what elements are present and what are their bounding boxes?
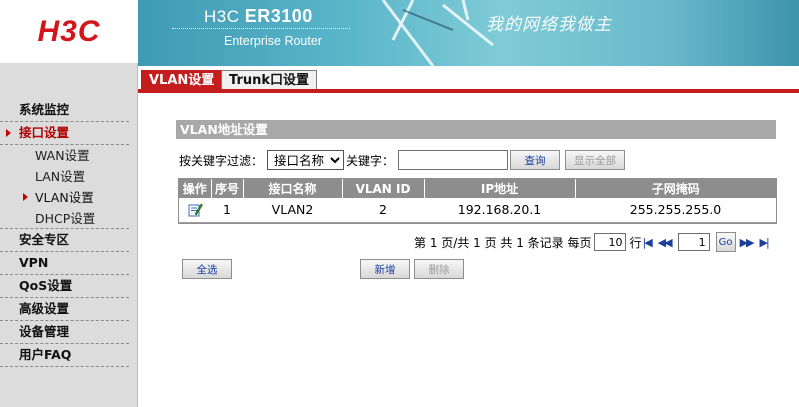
select-all-button[interactable]: 全选 — [182, 259, 232, 279]
sidebar-subitem-dhcp[interactable]: DHCP设置 — [0, 208, 129, 229]
row-actions — [179, 198, 211, 223]
column-header: IP地址 — [424, 179, 576, 198]
sidebar-item-interface-settings[interactable]: 接口设置 — [0, 122, 129, 145]
slogan: 我的网络我做主 — [486, 15, 612, 35]
page-number-input[interactable] — [677, 233, 710, 251]
sidebar-item-qos[interactable]: QoS设置 — [0, 275, 129, 298]
sidebar-item-system-monitor[interactable]: 系统监控 — [0, 99, 129, 122]
vlan-table: 操作 序号 接口名称 VLAN ID IP地址 子网掩码 1 VLAN2 2 1… — [179, 179, 776, 223]
cell-vlan-id: 2 — [342, 198, 424, 223]
table-header-row: 操作 序号 接口名称 VLAN ID IP地址 子网掩码 — [179, 179, 776, 198]
edit-icon[interactable] — [187, 202, 203, 218]
sidebar-item-device-management[interactable]: 设备管理 — [0, 321, 129, 344]
sidebar-item-vpn[interactable]: VPN — [0, 252, 129, 275]
triangle-right-icon — [6, 129, 11, 137]
column-header: 序号 — [211, 179, 244, 198]
logo-area: H3C — [0, 0, 138, 63]
product-subtitle: Enterprise Router — [224, 34, 322, 48]
pagination: 第 1 页/共 1 页 共 1 条记录 每页 行 |◀ ◀◀ Go ▶▶ ▶| — [414, 232, 770, 252]
tab-underline — [138, 89, 799, 93]
sidebar-item-advanced[interactable]: 高级设置 — [0, 298, 129, 321]
sidebar-item-label: LAN设置 — [35, 169, 86, 184]
sidebar-item-label: VPN — [19, 255, 49, 270]
product-model: H3C ER3100 — [204, 6, 313, 26]
column-header: 操作 — [179, 179, 212, 198]
filter-bar: 按关键字过滤： 接口名称 关键字： 查询 显示全部 — [179, 149, 626, 171]
sidebar-subitem-lan[interactable]: LAN设置 — [0, 166, 138, 187]
column-header: 子网掩码 — [575, 179, 776, 198]
sidebar-item-label: 安全专区 — [19, 232, 70, 247]
banner-divider — [172, 28, 350, 29]
cell-interface-name: VLAN2 — [243, 198, 342, 223]
next-page-icon[interactable]: ▶▶ — [740, 236, 755, 249]
section-title: VLAN地址设置 — [176, 120, 776, 139]
sidebar-menu: 系统监控 接口设置 WAN设置 LAN设置 VLAN设置 DHCP设置 安全专区… — [0, 99, 138, 367]
query-button[interactable]: 查询 — [510, 150, 561, 170]
sidebar-subitem-vlan[interactable]: VLAN设置 — [0, 187, 138, 208]
show-all-button[interactable]: 显示全部 — [565, 150, 626, 170]
header-banner: H3C ER3100 Enterprise Router 我的网络我做主 — [138, 0, 799, 66]
sidebar-item-label: QoS设置 — [19, 278, 73, 293]
sidebar-item-label: 系统监控 — [19, 102, 70, 117]
delete-button[interactable]: 删除 — [414, 259, 464, 279]
sidebar: H3C 系统监控 接口设置 WAN设置 LAN设置 VLAN设置 DHCP设置 … — [0, 0, 138, 407]
prev-page-icon[interactable]: ◀◀ — [658, 236, 673, 249]
pagination-summary: 第 1 页/共 1 页 共 1 条记录 每页 — [414, 235, 592, 250]
last-page-icon[interactable]: ▶| — [760, 236, 770, 249]
table-row: 1 VLAN2 2 192.168.20.1 255.255.255.0 — [179, 198, 776, 223]
column-header: 接口名称 — [243, 179, 343, 198]
add-button[interactable]: 新增 — [360, 259, 410, 279]
per-page-suffix: 行 — [629, 235, 642, 250]
column-header: VLAN ID — [342, 179, 425, 198]
sidebar-item-label: WAN设置 — [35, 148, 90, 163]
sidebar-item-security[interactable]: 安全专区 — [0, 229, 129, 252]
sidebar-item-label: VLAN设置 — [35, 190, 94, 205]
first-page-icon[interactable]: |◀ — [642, 236, 652, 249]
sidebar-item-label: 设备管理 — [19, 324, 70, 339]
go-button[interactable]: Go — [715, 232, 736, 252]
filter-field-select[interactable]: 接口名称 — [267, 150, 345, 170]
per-page-input[interactable] — [594, 233, 627, 251]
sidebar-item-label: 用户FAQ — [19, 347, 72, 362]
sidebar-subitem-wan[interactable]: WAN设置 — [0, 145, 138, 166]
sidebar-item-label: 接口设置 — [19, 125, 70, 140]
sidebar-item-label: 高级设置 — [19, 301, 70, 316]
keyword-input[interactable] — [398, 150, 509, 170]
cell-index: 1 — [211, 198, 243, 223]
keyword-label: 关键字： — [346, 153, 395, 168]
sidebar-item-user-faq[interactable]: 用户FAQ — [0, 344, 129, 367]
h3c-logo: H3C — [37, 14, 101, 48]
filter-label: 按关键字过滤： — [179, 153, 264, 168]
triangle-right-icon — [23, 193, 28, 201]
sidebar-item-label: DHCP设置 — [35, 211, 96, 226]
cell-subnet-mask: 255.255.255.0 — [575, 198, 776, 223]
cell-ip-address: 192.168.20.1 — [424, 198, 575, 223]
